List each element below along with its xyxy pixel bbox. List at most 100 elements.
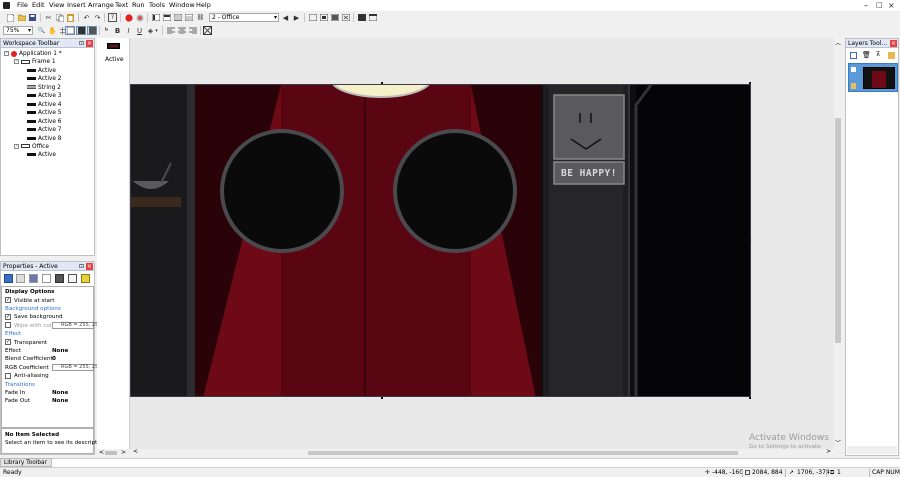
add-layer-icon[interactable] bbox=[850, 52, 857, 59]
open-folder-icon[interactable] bbox=[17, 13, 26, 22]
scroll-up-icon[interactable]: ︿ bbox=[835, 38, 841, 47]
menu-edit[interactable]: Edit bbox=[32, 2, 45, 9]
property-row[interactable]: Wipe with col RGB = 255, 25 bbox=[5, 321, 98, 330]
close-icon[interactable]: × bbox=[86, 40, 93, 47]
selection-handle[interactable] bbox=[749, 397, 751, 399]
zoom-selector[interactable]: 75% ▾ bbox=[3, 26, 33, 35]
tree-expander-icon[interactable]: - bbox=[14, 59, 19, 65]
scroll-left-icon[interactable]: < bbox=[99, 449, 104, 457]
property-row[interactable]: RGB Coefficient RGB = 255, 25 bbox=[5, 363, 98, 372]
undo-icon[interactable]: ↶ bbox=[82, 13, 91, 22]
property-row[interactable]: Blend Coefficient 0 bbox=[5, 355, 93, 363]
run-application-icon[interactable] bbox=[124, 13, 133, 22]
vertical-scroll-thumb[interactable] bbox=[835, 118, 841, 343]
property-value[interactable]: 0 bbox=[52, 355, 56, 363]
tree-item[interactable]: - Frame 1 bbox=[14, 58, 56, 66]
close-icon[interactable]: × bbox=[890, 40, 897, 47]
pin-icon[interactable]: ⊡ bbox=[78, 40, 85, 47]
show-grid-icon[interactable] bbox=[65, 26, 75, 35]
previous-frame-icon[interactable]: ◀ bbox=[281, 13, 290, 22]
scroll-thumb[interactable] bbox=[105, 451, 117, 455]
duplicate-frame-icon[interactable] bbox=[319, 13, 328, 22]
tree-item[interactable]: Active bbox=[27, 67, 56, 75]
property-value[interactable]: None bbox=[52, 397, 68, 405]
menu-tools[interactable]: Tools bbox=[149, 2, 165, 9]
events-tab-icon[interactable] bbox=[55, 274, 64, 283]
display-tab-icon[interactable] bbox=[16, 274, 25, 283]
event-editor-icon[interactable] bbox=[173, 13, 182, 22]
horizontal-scroll-thumb[interactable] bbox=[308, 451, 738, 455]
paste-icon[interactable] bbox=[66, 13, 75, 22]
property-color-value[interactable]: RGB = 255, 25 bbox=[52, 363, 98, 371]
close-icon[interactable]: × bbox=[86, 263, 93, 270]
selection-handle[interactable] bbox=[749, 82, 751, 84]
align-left-icon[interactable] bbox=[166, 26, 175, 35]
bold-icon[interactable]: B bbox=[113, 26, 122, 35]
tree-item[interactable]: Active 8 bbox=[27, 135, 61, 143]
vertical-scrollbar[interactable]: ︿ ﹀ bbox=[834, 38, 842, 449]
frame-settings-icon[interactable] bbox=[330, 13, 339, 22]
menu-text[interactable]: Text bbox=[115, 2, 128, 9]
property-checkbox[interactable] bbox=[5, 372, 11, 379]
frame-selector[interactable]: 2 - Office ▾ bbox=[209, 13, 279, 22]
copy-icon[interactable] bbox=[55, 13, 64, 22]
frame-border-icon[interactable] bbox=[76, 26, 86, 35]
cut-icon[interactable]: ✂ bbox=[44, 13, 53, 22]
property-row[interactable]: ✓ Visible at start bbox=[5, 297, 93, 305]
menu-insert[interactable]: Insert bbox=[67, 2, 86, 9]
chevron-down-icon[interactable]: ▾ bbox=[154, 26, 159, 35]
horizontal-scrollbar[interactable]: < > bbox=[130, 448, 834, 456]
layer-visible-icon[interactable] bbox=[851, 67, 856, 72]
tree-item[interactable]: String 2 bbox=[27, 84, 61, 92]
zoom-icon[interactable]: 🔍 bbox=[37, 26, 46, 35]
size-tab-icon[interactable] bbox=[68, 274, 77, 283]
property-row[interactable]: Effect None bbox=[5, 347, 93, 355]
menu-arrange[interactable]: Arrange bbox=[88, 2, 114, 9]
tree-item[interactable]: Active 6 bbox=[27, 118, 61, 126]
menu-view[interactable]: View bbox=[49, 2, 64, 9]
selection-handle[interactable] bbox=[381, 397, 383, 399]
tree-item[interactable]: Active 3 bbox=[27, 92, 61, 100]
layers-scrollbar[interactable] bbox=[847, 446, 897, 454]
help-icon[interactable]: ? bbox=[108, 13, 117, 22]
layer-row[interactable] bbox=[848, 63, 898, 92]
tree-expander-icon[interactable]: - bbox=[4, 51, 9, 56]
grid-icon[interactable] bbox=[357, 13, 366, 22]
restore-button[interactable]: □ bbox=[876, 1, 883, 10]
next-frame-icon[interactable]: ▶ bbox=[292, 13, 301, 22]
tree-item[interactable]: - Application 1 * bbox=[4, 50, 62, 58]
redo-icon[interactable]: ↷ bbox=[93, 13, 102, 22]
run-frame-icon[interactable] bbox=[135, 13, 144, 22]
underline-icon[interactable]: U bbox=[135, 26, 144, 35]
about-tab-icon[interactable] bbox=[81, 274, 90, 283]
selection-handle[interactable] bbox=[749, 239, 751, 241]
property-checkbox[interactable]: ✓ bbox=[5, 297, 11, 304]
tree-item[interactable]: Active 4 bbox=[27, 101, 61, 109]
minimize-button[interactable]: – bbox=[864, 1, 868, 10]
align-right-icon[interactable] bbox=[188, 26, 197, 35]
new-file-icon[interactable] bbox=[6, 13, 15, 22]
tree-item[interactable]: Active bbox=[27, 151, 56, 159]
app-icon[interactable] bbox=[3, 2, 10, 9]
frame-editor[interactable]: BE HAPPY! Activate Windows Go to Setting… bbox=[130, 38, 834, 456]
property-row[interactable]: Fade Out None bbox=[5, 397, 93, 405]
save-icon[interactable] bbox=[28, 13, 37, 22]
italic-icon[interactable]: I bbox=[124, 26, 133, 35]
align-center-icon[interactable] bbox=[177, 26, 186, 35]
property-row[interactable]: ✓ Transparent bbox=[5, 339, 93, 347]
property-row[interactable]: Fade In None bbox=[5, 389, 93, 397]
property-checkbox[interactable]: ✓ bbox=[5, 313, 11, 320]
active-object-thumbnail[interactable] bbox=[107, 43, 120, 49]
property-value[interactable]: None bbox=[52, 347, 68, 355]
scroll-down-icon[interactable]: ﹀ bbox=[835, 438, 841, 447]
pin-icon[interactable]: ⊡ bbox=[78, 263, 85, 270]
tree-item[interactable]: - Office bbox=[14, 143, 49, 151]
menu-run[interactable]: Run bbox=[132, 2, 144, 9]
menu-help[interactable]: Help bbox=[196, 2, 211, 9]
layer-lock-icon[interactable] bbox=[888, 52, 895, 59]
property-checkbox[interactable] bbox=[5, 322, 11, 329]
scroll-right-icon[interactable]: > bbox=[121, 449, 126, 457]
delete-layer-icon[interactable]: 🗑 bbox=[862, 51, 871, 59]
frame-canvas[interactable]: BE HAPPY! bbox=[130, 84, 751, 397]
property-value[interactable]: None bbox=[52, 389, 68, 397]
